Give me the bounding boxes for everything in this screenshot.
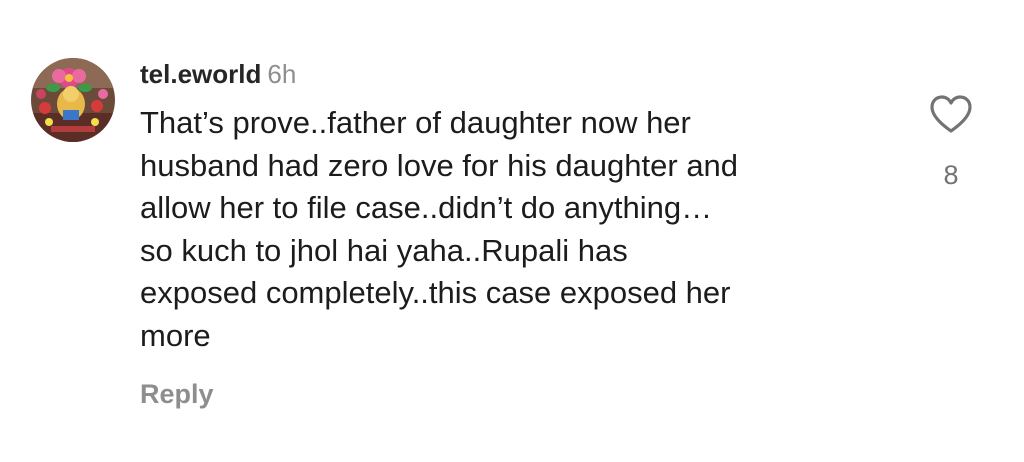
timestamp: 6h bbox=[267, 59, 297, 89]
comment-text-line: exposed completely..this case exposed he… bbox=[140, 275, 731, 310]
comment-text-line: That’s prove..father of daughter now her bbox=[140, 105, 691, 140]
like-count: 8 bbox=[943, 160, 959, 190]
comment-body: tel.eworld 6h That’s prove..father of dau… bbox=[140, 58, 900, 357]
comment-header: tel.eworld 6h bbox=[140, 58, 900, 90]
comment-text-line: so kuch to jhol hai yaha..Rupali has bbox=[140, 232, 628, 268]
comment-text: That’s prove..father of daughter now her… bbox=[140, 102, 900, 357]
heart-outline-icon bbox=[930, 95, 972, 133]
avatar-image bbox=[31, 58, 115, 142]
comment-text-line: allow her to file case..didn’t do anythi… bbox=[140, 190, 713, 225]
comment-text-line: more bbox=[140, 317, 211, 353]
username[interactable]: tel.eworld bbox=[140, 59, 261, 89]
comment-item: tel.eworld 6h That’s prove..father of dau… bbox=[0, 0, 1024, 462]
avatar[interactable] bbox=[31, 58, 115, 142]
like-button[interactable] bbox=[929, 94, 973, 134]
comment-text-line: husband had zero love for his daughter a… bbox=[140, 147, 739, 183]
reply-button[interactable]: Reply bbox=[140, 377, 214, 411]
